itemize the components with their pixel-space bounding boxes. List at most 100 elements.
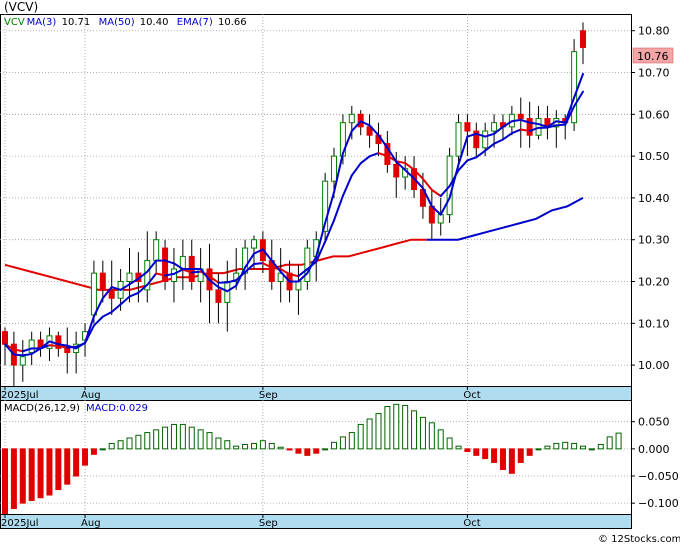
macd-bar-positive (411, 410, 418, 450)
ticker-label: (VCV) (4, 0, 38, 14)
macd-bar-positive (277, 446, 284, 450)
date-tick-label: Aug (81, 390, 101, 401)
macd-value: MACD:0.029 (86, 403, 148, 414)
macd-bar-positive (402, 404, 409, 450)
macd-bar-negative (499, 448, 506, 470)
macd-bar-positive (606, 436, 613, 450)
candle-up (482, 130, 489, 149)
macd-bar-positive (224, 440, 231, 450)
date-tick-label: Sep (259, 518, 278, 529)
macd-bar-negative (508, 448, 515, 474)
macd-bar-negative (473, 448, 480, 456)
macd-tick-label: 0.000 (638, 443, 670, 456)
macd-bar-positive (179, 423, 186, 450)
legend-value: 10.71 (62, 17, 91, 28)
candle-up (153, 239, 160, 262)
macd-bar-positive (571, 442, 578, 450)
price-tick-label: 10.80 (638, 25, 670, 38)
macd-bar-positive (446, 437, 453, 450)
date-tick-label: Oct (463, 518, 480, 529)
macd-bar-positive (126, 437, 133, 450)
macd-panel (0, 400, 632, 515)
macd-bar-positive (322, 448, 329, 451)
macd-tick-label: 0.050 (638, 416, 670, 429)
macd-bar-negative (517, 448, 524, 463)
macd-bar-positive (206, 432, 213, 450)
price-tick-label: 10.70 (638, 67, 670, 80)
legend-item: MA(50) (99, 17, 135, 28)
candle-down (2, 331, 8, 345)
ema7-segment (555, 123, 567, 127)
macd-bar-negative (313, 448, 320, 454)
macd-bar-positive (384, 406, 391, 450)
macd-tick-label: −0.050 (638, 470, 679, 483)
macd-bar-positive (562, 441, 569, 450)
macd-bar-positive (153, 429, 160, 450)
macd-bar-positive (215, 437, 222, 450)
macd-bar-positive (597, 444, 604, 450)
macd-bar-negative (295, 448, 302, 454)
macd-bar-positive (162, 426, 169, 450)
macd-bar-positive (544, 445, 551, 450)
ema7-segment (252, 262, 264, 266)
macd-bar-negative (64, 448, 71, 485)
macd-bar-positive (588, 448, 595, 451)
candle-up (348, 113, 355, 124)
candle-up (19, 356, 26, 366)
stock-chart: 10.00 10.10 10.20 10.30 10.40 10.50 10.60 10.70… (0, 0, 680, 545)
macd-bar-negative (46, 448, 53, 496)
macd-bar-positive (108, 442, 115, 450)
candle-up (250, 239, 257, 249)
footer-credit: © 12Stocks.com (598, 534, 680, 545)
candle-up (331, 155, 338, 182)
candle-down (215, 289, 222, 303)
macd-bar-positive (580, 445, 586, 450)
ma3-segment (57, 343, 69, 347)
macd-bar-negative (286, 448, 293, 451)
macd-bar-positive (535, 448, 542, 451)
macd-bar-negative (526, 448, 533, 456)
macd-title: MACD(26,12,9) (4, 403, 80, 414)
legend: VCV MA(3) 10.71 MA(50) 10.40 EMA(7) 10.66 (4, 17, 247, 28)
macd-bar-positive (170, 423, 177, 450)
date-tick-label: 2025Jul (1, 518, 39, 529)
ema7-segment (519, 128, 531, 132)
ma3-segment (510, 118, 522, 123)
macd-bar-negative (28, 448, 35, 501)
macd-bar-positive (419, 416, 426, 450)
macd-bar-positive (259, 440, 266, 450)
macd-bar-negative (37, 448, 44, 499)
macd-bar-positive (455, 445, 462, 450)
date-tick-label: Aug (81, 518, 101, 529)
macd-bar-positive (233, 445, 240, 450)
legend-value: 10.40 (140, 17, 169, 28)
price-y-axis: 10.00 10.10 10.20 10.30 10.40 10.50 10.60 10.70… (631, 25, 670, 372)
macd-bar-positive (339, 436, 346, 450)
legend-value: 10.66 (218, 17, 247, 28)
date-tick-label: Sep (259, 390, 278, 401)
candle-up (304, 247, 311, 283)
candle-down (464, 122, 471, 132)
macd-bar-positive (393, 403, 400, 450)
candle-up (90, 272, 97, 316)
macd-tick-label: −0.100 (638, 497, 679, 510)
candle-down (580, 30, 586, 48)
price-tick-label: 10.60 (638, 108, 670, 121)
price-tick-label: 10.50 (638, 150, 670, 163)
macd-bar-positive (357, 423, 364, 450)
macd-bar-positive (615, 432, 622, 450)
ma3-segment (12, 353, 24, 357)
legend-item: EMA(7) (177, 17, 213, 28)
macd-bar-positive (144, 432, 151, 450)
macd-bar-negative (491, 448, 498, 463)
macd-bar-positive (375, 413, 382, 450)
macd-bar-negative (55, 448, 62, 491)
price-tick-label: 10.30 (638, 234, 670, 247)
candle-up (126, 272, 133, 283)
candle-down (393, 163, 400, 178)
ma3-segment (528, 121, 540, 126)
macd-bar-positive (242, 444, 249, 450)
macd-bar-positive (268, 442, 275, 450)
legend-item: VCV (4, 17, 25, 28)
macd-bar-negative (2, 448, 8, 515)
